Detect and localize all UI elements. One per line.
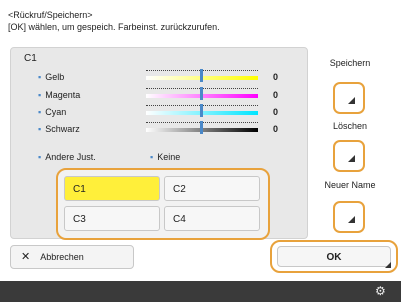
panel-title: C1 [24,53,37,64]
slider-magenta [146,87,258,100]
value-magenta: 0 [273,90,279,100]
ok-label: OK [277,246,391,267]
value-cyan: 0 [273,107,279,117]
corner-triangle-icon [348,97,355,104]
bullet-icon: ▪ [38,72,42,82]
value-yellow: 0 [273,72,279,82]
settings-icon[interactable]: ⚙ [375,284,389,298]
slider-cyan [146,104,258,117]
close-icon: ✕ [21,251,31,263]
color-label: Cyan [45,107,67,117]
slot-c1-button[interactable]: C1 [64,176,160,201]
bullet-icon: ▪ [38,124,42,134]
bullet-icon: ▪ [38,107,42,117]
other-label-text: Andere Just. [45,152,96,162]
other-adjustment-label: ▪ Andere Just. [38,152,96,162]
slot-c4-button[interactable]: C4 [164,206,260,231]
slot-c3-button[interactable]: C3 [64,206,160,231]
status-bar: ⚙ [0,281,401,302]
ok-button[interactable]: OK [270,240,398,273]
color-row-magenta: ▪ Magenta [38,88,80,102]
delete-button[interactable] [333,140,365,172]
value-black: 0 [273,124,279,134]
color-row-cyan: ▪ Cyan [38,105,66,119]
corner-triangle-icon [348,216,355,223]
color-label: Gelb [45,72,65,82]
cancel-label: Abbrechen [40,252,84,262]
slider-black [146,121,258,134]
color-row-yellow: ▪ Gelb [38,70,64,84]
other-adjustment-value: ▪ Keine [150,152,180,162]
other-value-text: Keine [157,152,181,162]
bullet-icon: ▪ [38,90,42,100]
rename-label: Neuer Name [324,180,376,190]
corner-triangle-icon [348,155,355,162]
rename-button[interactable] [333,201,365,233]
save-label: Speichern [329,58,371,68]
screen-title: <Rückruf/Speichern> [8,10,93,20]
screen-instruction: [OK] wählen, um gespeich. Farbeinst. zur… [8,22,220,32]
color-label: Schwarz [45,124,80,134]
cancel-button[interactable]: ✕ Abbrechen [10,245,134,269]
color-row-black: ▪ Schwarz [38,122,80,136]
bullet-icon: ▪ [38,152,42,162]
color-label: Magenta [45,90,81,100]
slot-c2-button[interactable]: C2 [164,176,260,201]
slider-yellow [146,69,258,82]
bullet-icon: ▪ [150,152,154,162]
delete-label: Löschen [332,121,368,131]
save-button[interactable] [333,82,365,114]
corner-triangle-icon [385,262,391,268]
slot-selector: C1 C2 C3 C4 [56,168,270,240]
